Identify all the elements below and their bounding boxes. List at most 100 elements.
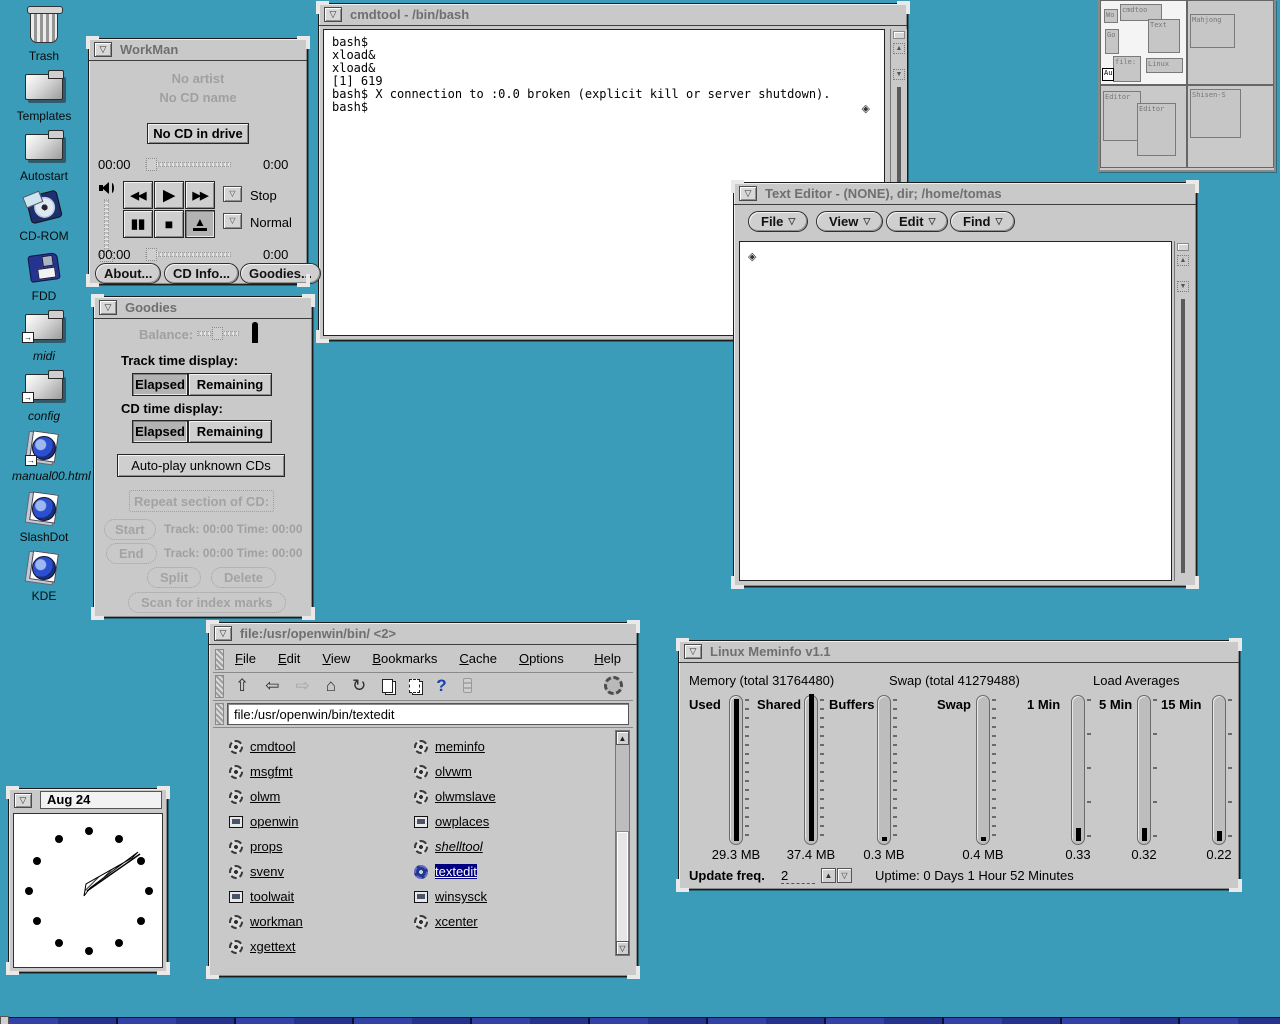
virtual-desktop-pager[interactable]: Wo cmdtoo Text Go file: Linux Au Mahjong… [1098, 0, 1276, 172]
play-button[interactable]: ▶ [154, 181, 184, 209]
file-item[interactable]: olwmslave [414, 784, 599, 809]
file-item[interactable]: olwm [229, 784, 399, 809]
pager-mini-icon[interactable]: Au [1102, 68, 1114, 81]
scroll-up-icon[interactable]: ▲ [1177, 255, 1189, 266]
desktop-icon-slashdot[interactable]: SlashDot [12, 489, 76, 544]
stop-button[interactable]: ■ [154, 210, 184, 238]
desktop-icon-manual-html[interactable]: → manual00.html [12, 428, 76, 483]
scroll-up-icon[interactable]: ▲ [616, 731, 629, 745]
cd-info-button[interactable]: CD Info... [164, 263, 239, 284]
view-menu-button[interactable]: View▽ [816, 211, 883, 232]
help-icon[interactable]: ? [436, 677, 446, 694]
desktop-icon-autostart[interactable]: Autostart [12, 128, 76, 183]
workman-titlebar[interactable]: ▽ WorkMan [89, 39, 307, 61]
clock-titlebar[interactable]: ▽ Aug 24 [9, 789, 167, 811]
pager-mini-window[interactable]: Shisen-S [1190, 89, 1241, 138]
spinner-up-icon[interactable]: ▲ [821, 868, 836, 883]
menu-edit[interactable]: Edit [278, 651, 300, 666]
desktop-icon-config[interactable]: → config [12, 368, 76, 423]
file-item[interactable]: xgettext [229, 934, 399, 959]
taskbar[interactable] [0, 1017, 1280, 1024]
pager-mini-window[interactable]: Editor [1103, 91, 1141, 141]
file-item[interactable]: msgfmt [229, 759, 399, 784]
file-menu-button[interactable]: File▽ [748, 211, 808, 232]
back-icon[interactable]: ⇦ [265, 677, 279, 694]
cd-remaining-button[interactable]: Remaining [188, 420, 272, 443]
menu-bookmarks[interactable]: Bookmarks [372, 651, 437, 666]
pager-mini-window[interactable]: Wo [1104, 9, 1118, 23]
editor-text-area[interactable]: ◈ [739, 241, 1172, 581]
menu-cache[interactable]: Cache [459, 651, 497, 666]
state-dropdown[interactable]: ▽ [223, 186, 242, 202]
desktop-icon-cdrom[interactable]: CD-ROM [12, 188, 76, 243]
track-remaining-button[interactable]: Remaining [188, 373, 272, 396]
scrollbar-thumb[interactable] [617, 832, 628, 944]
home-icon[interactable]: ⌂ [326, 677, 336, 694]
file-item[interactable]: toolwait [229, 884, 399, 909]
autoplay-button[interactable]: Auto-play unknown CDs [117, 454, 285, 477]
desktop-icon-templates[interactable]: Templates [12, 68, 76, 123]
file-item[interactable]: owplaces [414, 809, 599, 834]
file-item[interactable]: xcenter [414, 909, 599, 934]
track-position-slider[interactable] [145, 162, 231, 167]
pager-mini-window[interactable]: Mahjong [1190, 14, 1235, 48]
file-item[interactable]: workman [229, 909, 399, 934]
pager-desktop-4[interactable]: Shisen-S [1187, 85, 1274, 168]
up-icon[interactable]: ⇧ [235, 677, 249, 694]
desktop-icon-kde[interactable]: KDE [12, 548, 76, 603]
pause-button[interactable]: ▮▮ [123, 210, 153, 238]
cd-elapsed-button[interactable]: Elapsed [132, 420, 188, 443]
scroll-down-icon[interactable]: ▽ [616, 941, 629, 955]
update-freq-value[interactable]: 2 [781, 868, 815, 884]
file-item[interactable]: svenv [229, 859, 399, 884]
desktop-icon-midi[interactable]: → midi [12, 308, 76, 363]
location-input[interactable] [227, 703, 629, 725]
file-item[interactable]: olvwm [414, 759, 599, 784]
file-item[interactable]: openwin [229, 809, 399, 834]
prev-track-button[interactable]: ◀◀ [123, 181, 153, 209]
pager-desktop-1[interactable]: Wo cmdtoo Text Go file: Linux Au [1100, 0, 1187, 85]
filemanager-titlebar[interactable]: ▽ file:/usr/openwin/bin/ <2> [209, 623, 637, 645]
pager-mini-window[interactable]: Linux [1146, 58, 1183, 73]
texteditor-titlebar[interactable]: ▽ Text Editor - (NONE), dir; /home/tomas [734, 183, 1196, 205]
file-item[interactable]: winsysck [414, 884, 599, 909]
pager-mini-window[interactable]: file: [1113, 56, 1141, 82]
pager-mini-window[interactable]: Go [1105, 29, 1119, 54]
spinner-down-icon[interactable]: ▽ [837, 868, 852, 883]
scroll-up-icon[interactable]: ▲ [893, 43, 905, 54]
play-order-dropdown[interactable]: ▽ [223, 213, 242, 229]
pager-mini-window[interactable]: Text [1148, 19, 1180, 53]
editor-scrollbar[interactable]: ▲ ▼ [1174, 241, 1191, 581]
meminfo-titlebar[interactable]: ▽ Linux Meminfo v1.1 [679, 641, 1239, 663]
toolbar-drag-handle[interactable] [215, 675, 224, 698]
paste-icon[interactable] [409, 679, 420, 693]
menu-view[interactable]: View [322, 651, 350, 666]
pager-mini-window[interactable]: Editor [1137, 103, 1176, 156]
cmdtool-titlebar[interactable]: ▽ cmdtool - /bin/bash [319, 4, 907, 26]
file-item[interactable]: cmdtool [229, 734, 399, 759]
taskbar-corner-handle[interactable] [0, 1016, 9, 1024]
pager-desktop-3[interactable]: Editor Editor [1100, 85, 1187, 168]
scrollbar-page-box[interactable] [893, 31, 905, 39]
pager-desktop-2[interactable]: Mahjong [1187, 0, 1274, 85]
track-elapsed-button[interactable]: Elapsed [132, 373, 188, 396]
scrollbar-page-box[interactable] [1177, 243, 1189, 251]
file-item[interactable]: meminfo [414, 734, 599, 759]
scroll-down-icon[interactable]: ▼ [893, 69, 905, 80]
scroll-down-icon[interactable]: ▼ [1177, 281, 1189, 292]
menubar-drag-handle[interactable] [215, 649, 224, 670]
cd-position-slider[interactable] [145, 252, 231, 257]
menu-help[interactable]: Help [594, 651, 621, 666]
eject-button[interactable]: ▲ [185, 210, 215, 238]
about-button[interactable]: About... [95, 263, 161, 284]
file-item[interactable]: shelltool [414, 834, 599, 859]
edit-menu-button[interactable]: Edit▽ [886, 211, 948, 232]
scrollbar-cable[interactable] [1181, 299, 1185, 573]
desktop-icon-trash[interactable]: Trash [12, 8, 76, 63]
filelist-scrollbar[interactable]: ▲ ▽ [615, 730, 630, 956]
locationbar-drag-handle[interactable] [215, 703, 224, 725]
menu-file[interactable]: File [235, 651, 256, 666]
file-item[interactable]: props [229, 834, 399, 859]
desktop-icon-fdd[interactable]: FDD [12, 248, 76, 303]
file-item-selected[interactable]: textedit [414, 859, 599, 884]
